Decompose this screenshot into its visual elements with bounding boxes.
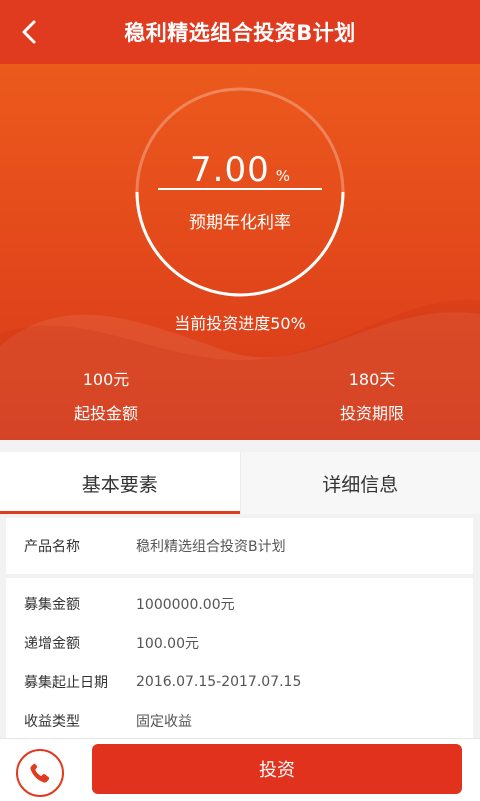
rate-hero: 7.00% 预期年化利率 当前投资进度50% 100元 起投金额 180天 投资… — [0, 64, 480, 440]
attribute-key: 募集起止日期 — [6, 672, 136, 692]
attribute-value: 100.00元 — [136, 633, 199, 653]
term-value: 180天 — [292, 366, 452, 390]
tab-basic-elements[interactable]: 基本要素 — [0, 452, 240, 514]
attribute-row: 募集金额 1000000.00元 — [6, 584, 473, 623]
attribute-value: 固定收益 — [136, 711, 192, 731]
investment-progress: 当前投资进度50% — [0, 310, 480, 334]
product-name-value: 稳利精选组合投资B计划 — [136, 536, 286, 556]
bottom-action-bar: 投资 — [0, 738, 480, 801]
phone-icon — [26, 759, 54, 787]
product-name-card: 产品名称 稳利精选组合投资B计划 — [6, 518, 473, 574]
min-amount-label: 起投金额 — [26, 400, 186, 424]
invest-button[interactable]: 投资 — [92, 744, 462, 794]
product-attributes-card: 募集金额 1000000.00元 递增金额 100.00元 募集起止日期 201… — [6, 578, 473, 746]
attribute-key: 收益类型 — [6, 711, 136, 731]
attribute-row: 递增金额 100.00元 — [6, 623, 473, 662]
tab-detailed-info[interactable]: 详细信息 — [240, 452, 480, 514]
investment-term: 180天 投资期限 — [292, 366, 452, 424]
term-label: 投资期限 — [292, 400, 452, 424]
rate-unit: % — [276, 167, 290, 185]
attribute-row: 募集起止日期 2016.07.15-2017.07.15 — [6, 662, 473, 701]
top-bar: 稳利精选组合投资B计划 — [0, 0, 480, 64]
attribute-key: 递增金额 — [6, 633, 136, 653]
page-title: 稳利精选组合投资B计划 — [124, 17, 356, 47]
phone-button[interactable] — [16, 749, 64, 797]
product-name-row: 产品名称 稳利精选组合投资B计划 — [6, 518, 473, 574]
rate-divider — [158, 188, 322, 190]
min-amount-value: 100元 — [26, 366, 186, 390]
attribute-value: 2016.07.15-2017.07.15 — [136, 674, 301, 690]
annual-rate: 7.00% — [160, 150, 320, 190]
min-amount: 100元 起投金额 — [26, 366, 186, 424]
attribute-value: 1000000.00元 — [136, 594, 235, 614]
attribute-key: 募集金额 — [6, 594, 136, 614]
rate-value: 7.00 — [190, 150, 270, 190]
chevron-left-icon[interactable] — [14, 16, 46, 48]
rate-label: 预期年化利率 — [0, 208, 480, 233]
product-name-key: 产品名称 — [6, 536, 136, 556]
attribute-row: 收益类型 固定收益 — [6, 701, 473, 740]
detail-tabs: 基本要素 详细信息 — [0, 452, 480, 514]
